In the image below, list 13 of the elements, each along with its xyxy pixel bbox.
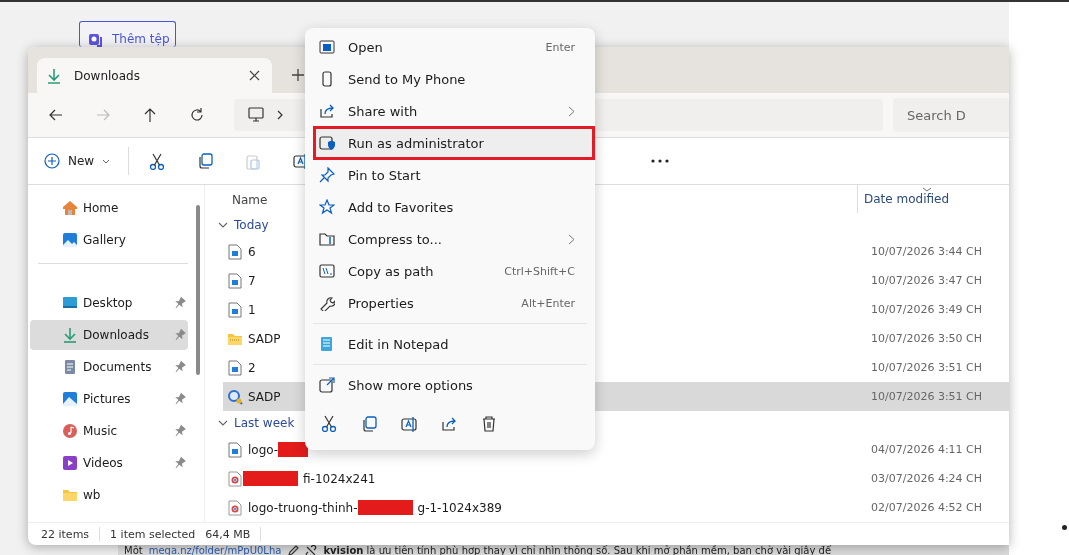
item-count: 22 items [41, 527, 90, 541]
date-cell-text: 10/07/2026 3:49 CH [871, 302, 984, 318]
date-cell-text: 02/07/2026 4:52 CH [871, 500, 984, 516]
date-cell-text: 10/07/2026 3:50 CH [871, 331, 984, 347]
date-cell-text: 10/07/2026 3:51 CH [871, 360, 984, 376]
date-cell-text: 10/07/2026 3:44 CH [871, 244, 984, 260]
date-cell-text: 03/07/2026 4:24 CH [871, 471, 984, 487]
date-cell-text: 10/07/2026 3:47 CH [871, 273, 984, 289]
article-text: Một [124, 545, 143, 555]
selection-size: 64,4 MB [205, 527, 251, 541]
date-cell-text: 10/07/2026 3:51 CH [871, 389, 984, 405]
date-cell-text: 04/07/2026 4:11 CH [871, 442, 984, 458]
selection-info: 1 item selected [110, 527, 196, 541]
